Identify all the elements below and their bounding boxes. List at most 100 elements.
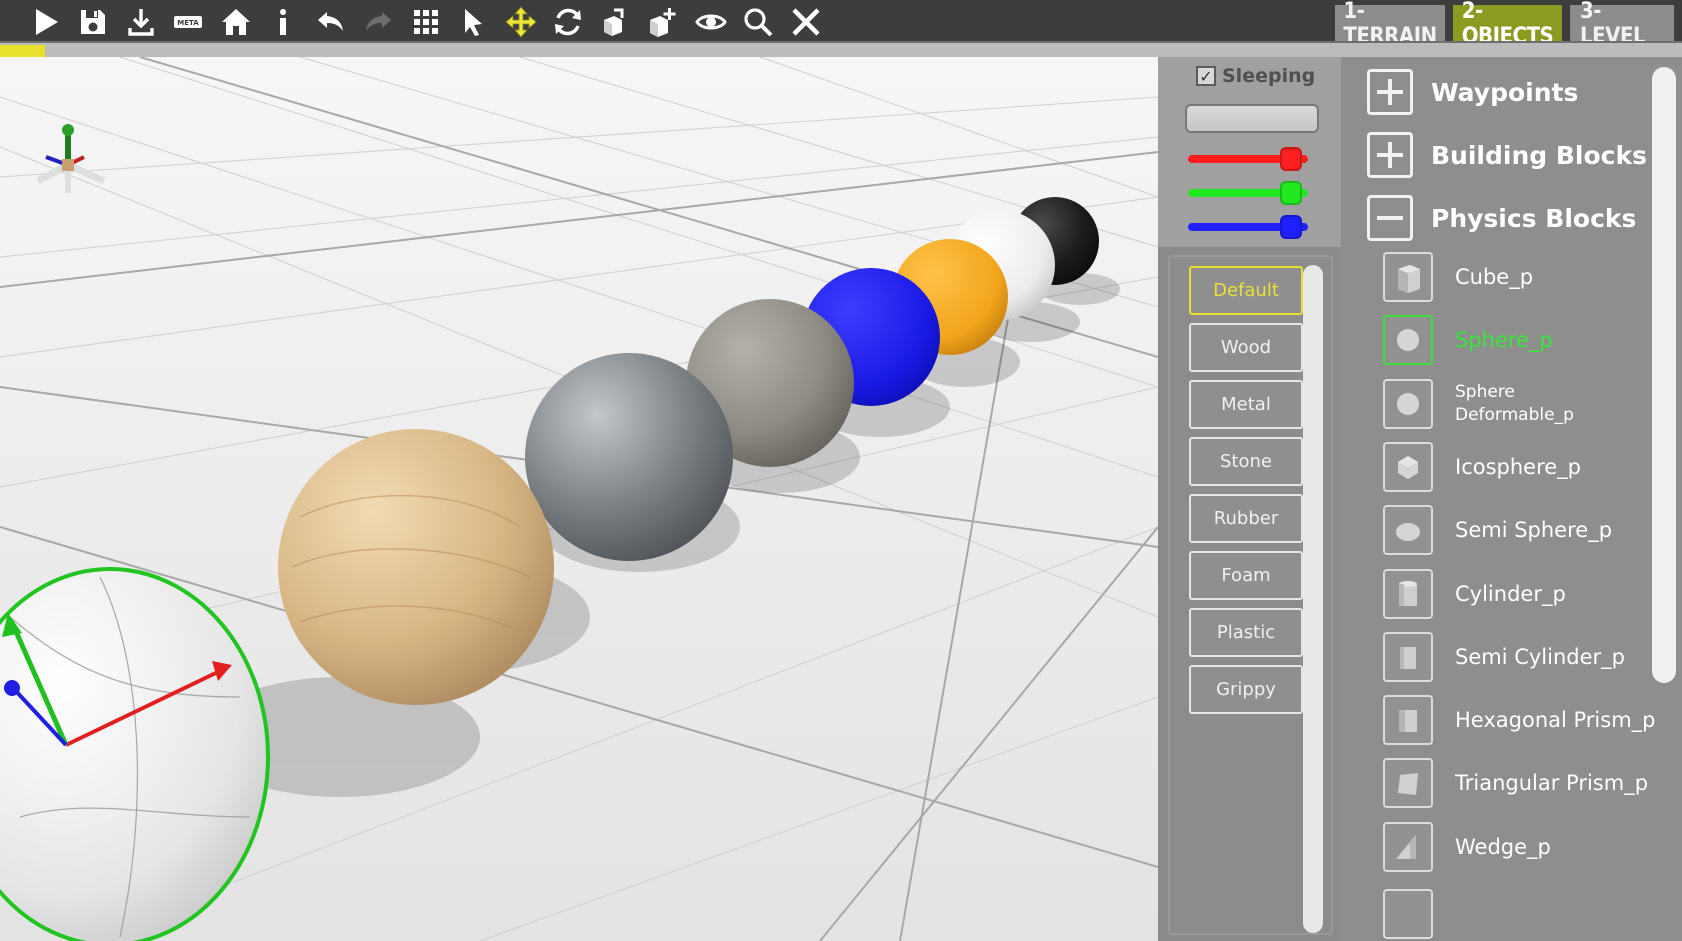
level-tab-1[interactable]: 1-TERRAIN (1335, 0, 1445, 49)
rotate-icon (555, 8, 582, 36)
catalog-item-label: Semi Cylinder_p (1455, 644, 1625, 669)
catalog-item-sphere_p[interactable]: Sphere_p (1383, 315, 1553, 366)
redo-button[interactable] (355, 0, 403, 44)
meta-icon: META (174, 16, 203, 28)
catalog-item-label: Hexagonal Prism_p (1455, 708, 1656, 733)
catalog-item-cube_p[interactable]: Cube_p (1383, 252, 1533, 302)
material-foam-button[interactable]: Foam (1189, 551, 1303, 600)
scale-icon (603, 8, 624, 36)
scene-render (0, 57, 1158, 941)
red-slider-knob[interactable] (1280, 147, 1303, 171)
hexagonal-prism-icon (1383, 695, 1433, 746)
play-icon (35, 9, 58, 35)
category-building-blocks[interactable]: Building Blocks (1367, 132, 1647, 178)
search-button[interactable] (735, 0, 783, 44)
green-slider[interactable] (1188, 181, 1308, 205)
level-tabs: 1-TERRAIN 2-OBJECTS 3-LEVEL (1335, 0, 1674, 49)
catalog-item-label-line1: Sphere (1455, 381, 1515, 402)
category-label: Physics Blocks (1431, 203, 1637, 233)
color-swatch[interactable] (1185, 104, 1319, 133)
rotate-button[interactable] (545, 0, 593, 44)
properties-header: ✓ Sleeping (1158, 57, 1341, 247)
icosphere-icon (1383, 441, 1433, 492)
blue-slider[interactable] (1188, 215, 1308, 239)
meta-button[interactable]: META (165, 0, 213, 44)
sphere-deformable-icon (1383, 378, 1433, 429)
catalog-scrollbar[interactable] (1652, 67, 1676, 683)
catalog-item-wedge_p[interactable]: Wedge_p (1383, 821, 1551, 872)
material-grippy-button[interactable]: Grippy (1189, 665, 1303, 714)
scale-button[interactable] (592, 0, 640, 44)
wedge-icon (1383, 821, 1433, 872)
catalog-item-cylinder_p[interactable]: Cylinder_p (1383, 568, 1566, 619)
category-physics-blocks[interactable]: Physics Blocks (1367, 195, 1636, 241)
sleeping-checkbox[interactable]: ✓ Sleeping (1196, 65, 1315, 87)
properties-panel: ✓ Sleeping Default Wood Metal Stone Rubber Fo… (1158, 57, 1341, 941)
catalog-item-label: Sphere Deformable_p (1455, 381, 1574, 427)
metal-sphere[interactable] (525, 353, 733, 561)
materials-scrollbar[interactable] (1303, 265, 1323, 933)
sleeping-checkbox-box[interactable]: ✓ (1196, 66, 1216, 86)
semi-cylinder-icon (1383, 631, 1433, 682)
expand-icon[interactable] (1367, 132, 1413, 178)
collapse-icon[interactable] (1367, 195, 1413, 241)
move-button[interactable] (497, 0, 545, 44)
catalog-item-sphere-deformable_p[interactable]: Sphere Deformable_p (1383, 378, 1574, 429)
catalog-item-label: Semi Sphere_p (1455, 518, 1613, 543)
select-arrow-icon (465, 9, 483, 36)
move-icon (505, 6, 537, 38)
scene-viewport[interactable] (0, 57, 1158, 941)
expand-icon[interactable] (1367, 69, 1413, 115)
select-button[interactable] (450, 0, 498, 44)
red-slider[interactable] (1188, 147, 1308, 171)
material-plastic-button[interactable]: Plastic (1189, 608, 1303, 657)
material-wood-button[interactable]: Wood (1189, 323, 1303, 372)
category-label: Building Blocks (1431, 140, 1647, 170)
catalog-item-semi-cylinder_p[interactable]: Semi Cylinder_p (1383, 631, 1625, 682)
catalog-item-hexagonal-prism_p[interactable]: Hexagonal Prism_p (1383, 695, 1656, 746)
material-stone-button[interactable]: Stone (1189, 437, 1303, 486)
wood-sphere[interactable] (278, 429, 554, 705)
catalog-item-icosphere_p[interactable]: Icosphere_p (1383, 441, 1581, 492)
home-button[interactable] (212, 0, 260, 44)
eye-icon (694, 14, 727, 30)
home-icon (221, 9, 250, 35)
undo-button[interactable] (307, 0, 355, 44)
material-rubber-button[interactable]: Rubber (1189, 494, 1303, 543)
catalog-item-label: Cube_p (1455, 265, 1534, 289)
add-object-button[interactable] (640, 0, 688, 44)
catalog-item-semi-sphere_p[interactable]: Semi Sphere_p (1383, 505, 1613, 556)
material-metal-button[interactable]: Metal (1189, 380, 1303, 429)
sphere-icon (1383, 315, 1433, 366)
check-mark-icon: ✓ (1199, 66, 1213, 86)
catalog-item-partial[interactable] (1383, 889, 1433, 939)
catalog-item-triangular-prism_p[interactable]: Triangular Prism_p (1383, 758, 1648, 809)
sleeping-label: Sleeping (1222, 65, 1316, 87)
catalog-item-label: Cylinder_p (1455, 581, 1566, 606)
play-button[interactable] (22, 0, 70, 44)
material-default-button[interactable]: Default (1189, 266, 1303, 315)
category-label: Waypoints (1431, 77, 1579, 107)
meta-icon-text: META (178, 19, 200, 27)
progress-fill (0, 45, 46, 57)
grid-button[interactable] (402, 0, 450, 44)
view-button[interactable] (687, 0, 735, 44)
info-button[interactable] (260, 0, 308, 44)
catalog-item-label-line2: Deformable_p (1455, 404, 1574, 425)
download-icon (128, 9, 154, 36)
object-catalog-panel: Waypoints Building Blocks Physics Blocks Cu… (1341, 57, 1682, 941)
grid-icon (413, 10, 438, 34)
download-button[interactable] (117, 0, 165, 44)
search-icon (744, 8, 773, 37)
level-tab-2[interactable]: 2-OBJECTS (1453, 0, 1562, 49)
category-waypoints[interactable]: Waypoints (1367, 69, 1578, 115)
save-button[interactable] (70, 0, 118, 44)
close-button[interactable] (782, 0, 830, 44)
editor-window: META 1-TERRAIN 2-OBJECTS 3-LEVEL ✓ Sleep… (0, 0, 1682, 941)
blue-slider-knob[interactable] (1280, 215, 1303, 239)
save-icon (81, 10, 106, 34)
green-slider-knob[interactable] (1280, 181, 1303, 205)
semi-sphere-icon (1383, 505, 1433, 556)
catalog-item-label: Wedge_p (1455, 834, 1551, 859)
level-tab-3[interactable]: 3-LEVEL (1570, 0, 1674, 49)
